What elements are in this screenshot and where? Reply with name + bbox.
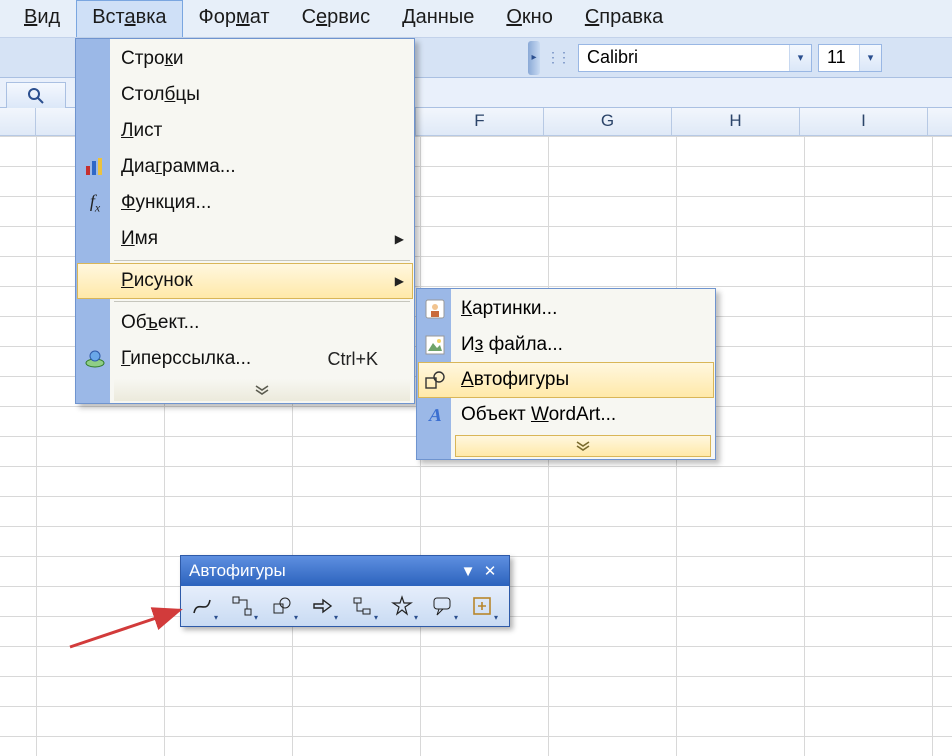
submenu-arrow-icon: ▶	[395, 232, 404, 246]
menu-separator	[114, 301, 410, 302]
menu-item-object[interactable]: Объект...	[78, 305, 412, 341]
shape-flowchart-button[interactable]: ▾	[347, 591, 377, 621]
autoshapes-toolbar[interactable]: Автофигуры ▼ ✕ ▾ ▾ ▾ ▾ ▾ ▾ ▾ ▾	[180, 555, 510, 627]
toolbar-grip-icon: ⋮⋮	[546, 49, 568, 66]
function-icon: fx	[79, 187, 111, 219]
submenu-item-fromfile[interactable]: Из файла...	[419, 327, 713, 363]
menu-item-hyperlink[interactable]: Гиперссылка... Ctrl+K	[78, 341, 412, 377]
toolbar-body: ▾ ▾ ▾ ▾ ▾ ▾ ▾ ▾	[181, 586, 509, 626]
chart-icon	[79, 151, 111, 183]
shape-block-arrows-button[interactable]: ▾	[307, 591, 337, 621]
clipart-icon	[419, 293, 451, 325]
menu-shortcut: Ctrl+K	[327, 349, 378, 370]
block-arrow-icon	[311, 595, 333, 617]
toolbar-titlebar[interactable]: Автофигуры ▼ ✕	[181, 556, 509, 586]
menu-data[interactable]: Данные	[386, 0, 490, 37]
menu-item-sheet[interactable]: Лист	[78, 113, 412, 149]
insert-menu-dropdown: Строки Столбцы Лист Диаграмма... fx Функ…	[75, 38, 415, 404]
menu-format[interactable]: Формат	[183, 0, 286, 37]
basic-shapes-icon	[271, 595, 293, 617]
column-header[interactable]: G	[544, 108, 672, 135]
picture-submenu: Картинки... Из файла... Автофигуры A Объ…	[416, 288, 716, 460]
shape-basic-button[interactable]: ▾	[267, 591, 297, 621]
toolbar-close-icon[interactable]: ✕	[479, 562, 501, 580]
shape-connectors-button[interactable]: ▾	[227, 591, 257, 621]
menu-item-name[interactable]: Имя ▶	[78, 221, 412, 257]
submenu-expand-button[interactable]	[455, 435, 711, 457]
autoshapes-icon	[419, 364, 451, 396]
wordart-icon: A	[419, 399, 451, 431]
column-header[interactable]: H	[672, 108, 800, 135]
menu-item-picture[interactable]: Рисунок ▶	[77, 263, 413, 299]
hyperlink-icon	[79, 343, 111, 375]
font-name-selector[interactable]: Calibri ▾	[578, 44, 812, 72]
toolbar-overflow[interactable]: ▸	[528, 41, 540, 75]
font-size-value: 11	[819, 47, 859, 68]
menu-view[interactable]: Вид	[8, 0, 76, 37]
column-header[interactable]: F	[416, 108, 544, 135]
menu-help[interactable]: Справка	[569, 0, 679, 37]
menu-item-rows[interactable]: Строки	[78, 41, 412, 77]
menu-separator	[114, 260, 410, 261]
font-name-value: Calibri	[579, 47, 789, 68]
column-header[interactable]: I	[800, 108, 928, 135]
annotation-arrow-icon	[65, 605, 195, 655]
chevron-double-down-icon	[576, 441, 590, 451]
font-size-dropdown-icon[interactable]: ▾	[859, 45, 881, 71]
menu-item-columns[interactable]: Столбцы	[78, 77, 412, 113]
submenu-item-wordart[interactable]: A Объект WordArt...	[419, 397, 713, 433]
image-file-icon	[419, 329, 451, 361]
menu-insert[interactable]: Вставка	[76, 0, 182, 37]
submenu-item-clipart[interactable]: Картинки...	[419, 291, 713, 327]
font-name-dropdown-icon[interactable]: ▾	[789, 45, 811, 71]
shape-stars-button[interactable]: ▾	[387, 591, 417, 621]
toolbar-options-icon[interactable]: ▼	[457, 563, 479, 580]
menu-expand-button[interactable]	[114, 379, 410, 401]
menu-bar: Вид Вставка Формат Сервис Данные Окно Сп…	[0, 0, 952, 38]
find-icon	[26, 86, 46, 106]
chevron-double-down-icon	[255, 385, 269, 395]
shape-callouts-button[interactable]: ▾	[427, 591, 457, 621]
star-icon	[391, 595, 413, 617]
toolbar-title: Автофигуры	[189, 561, 286, 581]
menu-tools[interactable]: Сервис	[286, 0, 387, 37]
shape-more-button[interactable]: ▾	[467, 591, 497, 621]
submenu-arrow-icon: ▶	[395, 274, 404, 288]
submenu-item-autoshapes[interactable]: Автофигуры	[418, 362, 714, 398]
menu-item-function[interactable]: fx Функция...	[78, 185, 412, 221]
menu-window[interactable]: Окно	[490, 0, 568, 37]
flowchart-icon	[351, 595, 373, 617]
toolbar-fragment[interactable]	[6, 82, 66, 110]
menu-item-chart[interactable]: Диаграмма...	[78, 149, 412, 185]
connectors-icon	[231, 595, 253, 617]
more-shapes-icon	[471, 595, 493, 617]
font-size-selector[interactable]: 11 ▾	[818, 44, 882, 72]
callout-icon	[431, 595, 453, 617]
